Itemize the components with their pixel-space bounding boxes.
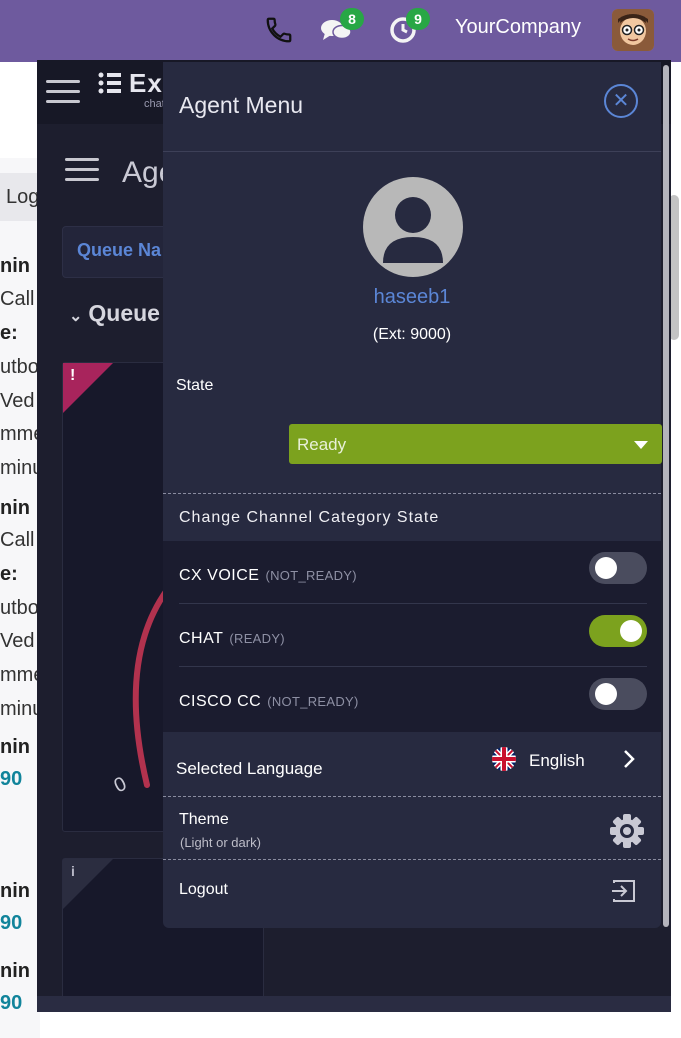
background-row-text: e: bbox=[0, 563, 18, 585]
logout-icon[interactable] bbox=[610, 877, 638, 910]
channel-row-chat: CHAT (READY) bbox=[163, 604, 661, 667]
dashboard-bottom-bar bbox=[37, 996, 671, 1012]
agent-username[interactable]: haseeb1 bbox=[163, 286, 661, 309]
brightness-gear-icon[interactable] bbox=[608, 812, 646, 855]
background-row-text: 90 bbox=[0, 912, 23, 934]
phone-icon[interactable] bbox=[262, 10, 296, 50]
cisco-cc-toggle[interactable] bbox=[589, 678, 647, 710]
agent-menu-panel: Agent Menu ✕ haseeb1 (Ext: 9000) State R… bbox=[163, 62, 662, 928]
state-select-value: Ready bbox=[297, 435, 347, 454]
background-row-text: nin bbox=[0, 880, 30, 902]
background-row-text: nin bbox=[0, 497, 30, 519]
activity-badge: 9 bbox=[406, 8, 430, 30]
channel-row-cx-voice: CX VOICE (NOT_READY) bbox=[163, 541, 661, 604]
uk-flag-icon bbox=[492, 747, 516, 771]
menu-title: Agent Menu bbox=[179, 92, 304, 118]
messages-badge: 8 bbox=[340, 8, 364, 30]
channel-category-title: Change Channel Category State bbox=[179, 509, 440, 526]
divider bbox=[163, 151, 661, 152]
state-select[interactable]: Ready bbox=[289, 424, 662, 464]
background-row-text: mme bbox=[0, 423, 38, 445]
queue-name-label: Queue Na bbox=[77, 240, 162, 260]
log-tab[interactable]: Log bbox=[0, 173, 40, 221]
channel-name: CISCO CC (NOT_READY) bbox=[179, 693, 359, 710]
channel-row-cisco-cc: CISCO CC (NOT_READY) bbox=[163, 667, 661, 730]
background-row-text: utbo bbox=[0, 356, 38, 378]
profile-avatar-icon bbox=[363, 177, 463, 277]
channel-name: CHAT (READY) bbox=[179, 630, 285, 647]
background-row-text: Ved bbox=[0, 390, 35, 412]
background-row-text: 90 bbox=[0, 768, 23, 790]
cx-voice-toggle[interactable] bbox=[589, 552, 647, 584]
dashboard-menu-icon[interactable] bbox=[65, 158, 99, 188]
language-label: Selected Language bbox=[176, 759, 323, 778]
background-row-text: nin bbox=[0, 736, 30, 758]
background-row-text: minu bbox=[0, 457, 38, 479]
user-avatar[interactable] bbox=[612, 9, 654, 51]
alert-icon: ! bbox=[70, 367, 76, 384]
background-row-text: mme bbox=[0, 664, 38, 686]
divider bbox=[163, 796, 661, 797]
top-navbar: 8 9 YourCompany bbox=[0, 0, 681, 62]
chevron-down-icon: ⌄ bbox=[69, 308, 83, 325]
background-row-text: nin bbox=[0, 960, 30, 982]
background-row-text: minu bbox=[0, 698, 38, 720]
divider bbox=[163, 859, 661, 860]
theme-label: Theme bbox=[179, 811, 229, 828]
background-row-text: e: bbox=[0, 322, 18, 344]
queue-section-heading[interactable]: ⌄ Queue bbox=[69, 300, 160, 327]
clock-check-icon[interactable]: 9 bbox=[386, 8, 430, 50]
agent-extension: (Ext: 9000) bbox=[372, 326, 452, 343]
language-value[interactable]: English bbox=[529, 751, 585, 771]
background-row-text: Ved bbox=[0, 630, 35, 652]
company-switcher[interactable]: YourCompany bbox=[455, 16, 581, 39]
hamburger-icon[interactable] bbox=[46, 80, 80, 110]
menu-scrollbar[interactable] bbox=[663, 65, 669, 927]
background-row-text: Call bbox=[0, 529, 35, 551]
channel-list: CX VOICE (NOT_READY) CHAT (READY) CISCO CC… bbox=[163, 541, 661, 732]
logo-icon bbox=[97, 70, 125, 101]
chat-bubbles-icon[interactable]: 8 bbox=[318, 8, 364, 50]
logo-subtext: chat bbox=[144, 98, 165, 110]
divider bbox=[163, 493, 661, 494]
theme-sublabel: (Light or dark) bbox=[180, 835, 261, 850]
chat-toggle[interactable] bbox=[589, 615, 647, 647]
background-row-text: Call bbox=[0, 288, 35, 310]
info-icon: i bbox=[71, 863, 75, 879]
background-row-text: 90 bbox=[0, 992, 23, 1014]
background-row-text: nin bbox=[0, 255, 30, 277]
chevron-right-icon[interactable] bbox=[622, 749, 636, 774]
logout-label[interactable]: Logout bbox=[179, 881, 228, 899]
channel-name: CX VOICE (NOT_READY) bbox=[179, 567, 357, 584]
background-row-text: utbo bbox=[0, 597, 38, 619]
state-label: State bbox=[176, 377, 214, 394]
chevron-down-icon bbox=[634, 441, 648, 449]
close-icon[interactable]: ✕ bbox=[604, 84, 638, 118]
